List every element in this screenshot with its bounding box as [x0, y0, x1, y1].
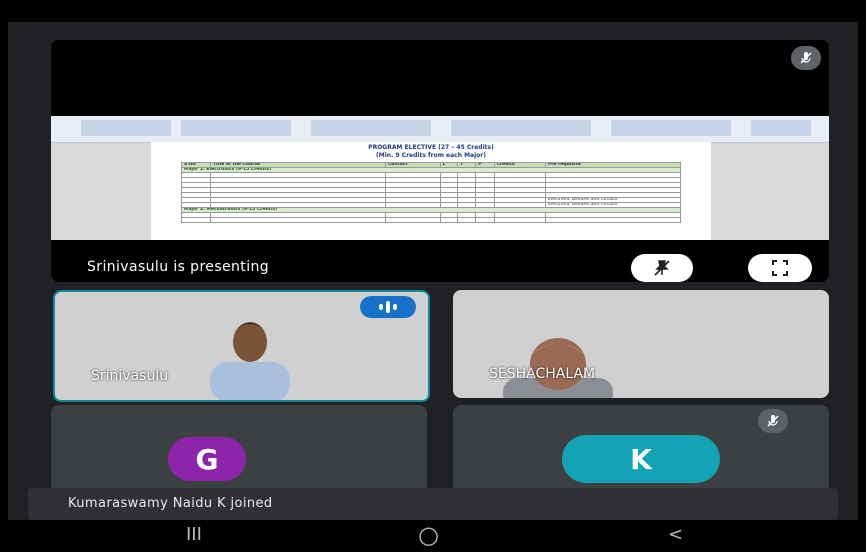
elective-table: S.No Title of the Course Contact L T P C…: [181, 162, 681, 223]
speaking-indicator-icon: [360, 296, 416, 318]
document-page: PROGRAM ELECTIVE (27 – 45 Credits) (Min.…: [151, 142, 711, 240]
unpin-icon: [654, 260, 670, 276]
participant-name: Srinivasulu: [91, 368, 169, 384]
participant-tile-g[interactable]: G: [51, 405, 427, 500]
join-notification: Kumaraswamy Naidu K joined: [28, 488, 838, 520]
participant-video: [503, 338, 613, 398]
participant-tile-seshachalam[interactable]: SESHACHALAM: [453, 290, 829, 398]
android-nav-bar: III ○ <: [0, 520, 866, 552]
participant-tile-srinivasulu[interactable]: Srinivasulu: [53, 290, 430, 402]
participant-name: SESHACHALAM: [489, 366, 596, 382]
fullscreen-button[interactable]: [748, 254, 812, 282]
fullscreen-icon: [772, 260, 788, 276]
doc-subtitle: (Min. 9 Credits from each Major): [376, 152, 486, 159]
recents-button[interactable]: III: [186, 524, 202, 545]
presenting-caption: Srinivasulu is presenting: [87, 259, 270, 275]
participant-tile-k[interactable]: K: [453, 405, 829, 500]
mic-off-icon: [791, 46, 821, 70]
mic-off-icon: [758, 409, 788, 433]
unpin-button[interactable]: [631, 254, 693, 282]
home-button[interactable]: ○: [418, 521, 439, 549]
presentation-tile[interactable]: PROGRAM ELECTIVE (27 – 45 Credits) (Min.…: [51, 40, 829, 282]
shared-document: PROGRAM ELECTIVE (27 – 45 Credits) (Min.…: [51, 116, 829, 240]
document-ribbon: [51, 116, 829, 143]
participant-video: [210, 322, 290, 400]
join-notification-text: Kumaraswamy Naidu K joined: [68, 496, 273, 511]
doc-title: PROGRAM ELECTIVE (27 – 45 Credits): [368, 144, 494, 151]
avatar: K: [562, 435, 720, 483]
meeting-screen: PROGRAM ELECTIVE (27 – 45 Credits) (Min.…: [8, 22, 858, 520]
avatar: G: [168, 437, 246, 481]
back-button[interactable]: <: [668, 524, 683, 545]
